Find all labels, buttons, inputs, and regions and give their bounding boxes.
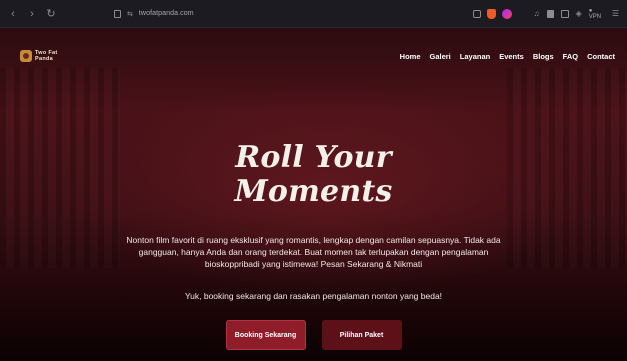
browser-toolbar: ‹ › ↻ ⇆ twofatpanda.com ♫ ◈ ● VPN ☰ [0, 0, 627, 28]
hero-title: Roll Your Moments [0, 141, 627, 209]
nav-layanan[interactable]: Layanan [460, 52, 490, 61]
main-nav: Home Galeri Layanan Events Blogs FAQ Con… [400, 52, 615, 61]
back-icon[interactable]: ‹ [8, 8, 18, 20]
nav-events[interactable]: Events [499, 52, 524, 61]
rewards-icon[interactable] [501, 8, 512, 19]
tabs-icon[interactable] [561, 9, 569, 18]
hero-title-line-1: Roll Your [235, 140, 392, 175]
share-icon[interactable] [472, 9, 481, 18]
hero-description: Nonton film favorit di ruang eksklusif y… [126, 235, 501, 269]
extensions-icon[interactable]: ♫ [534, 9, 540, 18]
site-header: Two Fat Panda Home Galeri Layanan Events… [0, 28, 627, 84]
nav-contact[interactable]: Contact [587, 52, 615, 61]
menu-icon[interactable]: ☰ [612, 9, 619, 18]
hero-title-line-2: Moments [234, 174, 393, 209]
booking-button[interactable]: Booking Sekarang [225, 320, 306, 350]
nav-faq[interactable]: FAQ [563, 52, 578, 61]
nav-blogs[interactable]: Blogs [533, 52, 554, 61]
panda-logo-icon [20, 50, 32, 62]
brave-shields-icon[interactable] [486, 8, 496, 19]
packages-button[interactable]: Pilihan Paket [321, 320, 402, 350]
sidebar-icon[interactable] [546, 9, 555, 18]
site-info-icon[interactable]: ⇆ [127, 10, 133, 18]
hero-buttons: Booking Sekarang Pilihan Paket [0, 320, 627, 350]
address-bar[interactable]: ⇆ twofatpanda.com [114, 5, 512, 23]
address-bar-actions [472, 8, 512, 19]
url-text[interactable]: twofatpanda.com [139, 10, 194, 17]
vpn-button[interactable]: ● VPN [589, 8, 605, 20]
nav-home[interactable]: Home [400, 52, 421, 61]
logo-line-2: Panda [35, 56, 54, 62]
browser-nav: ‹ › ↻ [8, 7, 56, 21]
page: Two Fat Panda Home Galeri Layanan Events… [0, 28, 627, 361]
browser-extensions: ♫ ◈ ● VPN ☰ [534, 8, 619, 20]
reload-icon[interactable]: ↻ [46, 7, 56, 20]
logo-text: Two Fat Panda [35, 50, 57, 62]
logo[interactable]: Two Fat Panda [20, 50, 57, 62]
bookmark-icon[interactable] [114, 9, 121, 18]
forward-icon[interactable]: › [27, 8, 37, 20]
wallet-icon[interactable]: ◈ [576, 9, 582, 18]
nav-galeri[interactable]: Galeri [430, 52, 451, 61]
hero-subtext: Yuk, booking sekarang dan rasakan pengal… [184, 291, 443, 301]
